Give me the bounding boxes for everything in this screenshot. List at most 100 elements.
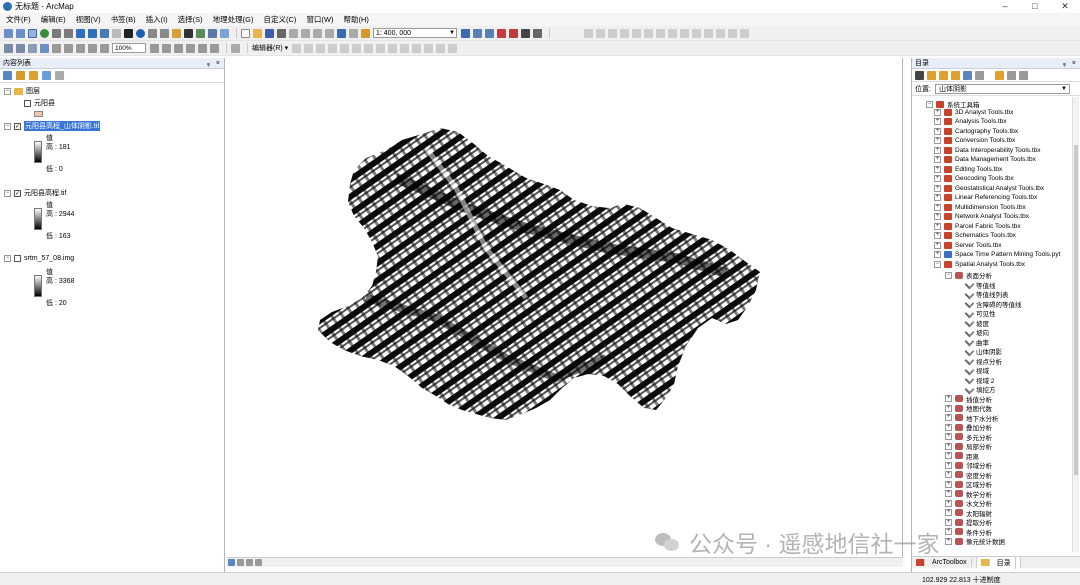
- back-extent-icon[interactable]: [76, 28, 85, 38]
- pin-icon[interactable]: ᵩ: [1063, 58, 1066, 69]
- toolbox-node[interactable]: + Space Time Pattern Mining Tools.pyt: [934, 251, 1060, 258]
- fixed-zoom-in-page-icon[interactable]: [64, 43, 73, 53]
- model-builder-icon[interactable]: [533, 28, 542, 38]
- expand-icon[interactable]: +: [945, 499, 952, 507]
- toolbox-node[interactable]: + Linear Referencing Tools.tbx: [934, 194, 1037, 201]
- options-icon[interactable]: [1007, 70, 1016, 80]
- toolbox-node[interactable]: + Geocoding Tools.tbx: [934, 175, 1014, 182]
- collapse-icon[interactable]: −: [4, 87, 11, 95]
- zoom-whole-page-icon[interactable]: [40, 43, 49, 53]
- trace-icon[interactable]: [340, 43, 350, 53]
- expand-icon[interactable]: +: [945, 509, 952, 516]
- toggle-draft-mode-icon[interactable]: [150, 43, 159, 53]
- next-extent-page-icon[interactable]: [100, 43, 109, 53]
- layout-tool-icon[interactable]: [704, 28, 713, 38]
- expand-icon[interactable]: +: [934, 146, 941, 154]
- tool-node[interactable]: 视点分析: [964, 355, 1002, 366]
- toolbox-node[interactable]: + Data Management Tools.tbx: [934, 156, 1036, 163]
- layout-tool-icon[interactable]: [740, 28, 749, 38]
- refresh-view-icon[interactable]: [246, 559, 253, 566]
- find-route-icon[interactable]: [196, 28, 205, 38]
- search-window-icon[interactable]: [497, 28, 506, 38]
- toolset-node[interactable]: + 邻域分析: [945, 460, 992, 470]
- select-elements-icon[interactable]: [124, 28, 133, 38]
- change-layout-icon[interactable]: [174, 43, 183, 53]
- toolset-node[interactable]: + 提取分析: [945, 517, 992, 527]
- find-icon[interactable]: [184, 28, 193, 38]
- system-toolboxes-node[interactable]: − 系统工具箱: [926, 99, 980, 109]
- collapse-icon[interactable]: −: [934, 260, 941, 268]
- create-features-icon[interactable]: [448, 43, 458, 53]
- layer-visibility-checkbox[interactable]: [14, 255, 21, 262]
- new-folder-icon[interactable]: [995, 70, 1004, 80]
- expand-icon[interactable]: +: [934, 203, 941, 211]
- toolset-node[interactable]: + 距离: [945, 451, 979, 461]
- layout-tool-icon[interactable]: [608, 28, 617, 38]
- catalog-scrollbar[interactable]: [1072, 97, 1079, 552]
- toggle-contents-icon[interactable]: [963, 70, 972, 80]
- layout-tool-icon[interactable]: [728, 28, 737, 38]
- layer-hillshade[interactable]: − ✓ 元阳县高程_山体阴影.tif: [4, 121, 101, 131]
- color-ramp[interactable]: [34, 208, 42, 230]
- full-extent-icon[interactable]: [40, 28, 49, 38]
- toolbox-node-expanded[interactable]: − Spatial Analyst Tools.tbx: [934, 260, 1025, 268]
- toolset-node[interactable]: + 地图代数: [945, 403, 992, 413]
- identify-icon[interactable]: [136, 28, 145, 38]
- toolbox-node[interactable]: + Editing Tools.tbx: [934, 165, 1002, 173]
- expand-icon[interactable]: +: [945, 442, 952, 450]
- toolset-node[interactable]: + 太阳辐射: [945, 508, 992, 518]
- fixed-zoom-out-icon[interactable]: [64, 28, 73, 38]
- list-by-selection-icon[interactable]: [42, 71, 51, 80]
- zoom-percent-combobox[interactable]: 100%: [112, 43, 146, 53]
- tab-catalog[interactable]: 目录: [976, 556, 1021, 569]
- menu-view[interactable]: 视图(V): [76, 14, 101, 25]
- collapse-icon[interactable]: −: [4, 189, 11, 197]
- toolset-node[interactable]: + 区域分析: [945, 479, 992, 489]
- expand-icon[interactable]: +: [934, 118, 941, 125]
- toolbox-node[interactable]: + Server Tools.tbx: [934, 241, 1001, 249]
- zoom-out-icon[interactable]: [16, 28, 25, 38]
- python-window-icon[interactable]: [521, 28, 530, 38]
- layout-tool-icon[interactable]: [632, 28, 641, 38]
- expand-icon[interactable]: +: [934, 175, 941, 182]
- up-one-level-icon[interactable]: [927, 70, 936, 80]
- collapse-icon[interactable]: −: [4, 255, 11, 262]
- catalog-window-icon[interactable]: [485, 28, 494, 38]
- color-ramp[interactable]: [34, 275, 42, 297]
- attributes-icon[interactable]: [424, 43, 434, 53]
- print-icon[interactable]: [277, 28, 286, 38]
- collapse-icon[interactable]: −: [926, 100, 933, 108]
- toolbox-node[interactable]: + Analysis Tools.tbx: [934, 118, 1007, 125]
- cut-polygons-icon[interactable]: [388, 43, 398, 53]
- expand-icon[interactable]: +: [945, 414, 952, 421]
- layer-yuanyang-county[interactable]: 元阳县: [14, 98, 55, 108]
- polygon-symbol-swatch[interactable]: [34, 111, 43, 117]
- end-point-arc-icon[interactable]: [328, 43, 338, 53]
- expand-icon[interactable]: +: [945, 461, 952, 469]
- expand-icon[interactable]: +: [934, 222, 941, 230]
- toolbox-node[interactable]: + Parcel Fabric Tools.tbx: [934, 222, 1021, 230]
- toolset-node[interactable]: + 像元统计数据: [945, 536, 1005, 546]
- go-to-xy-icon[interactable]: [208, 28, 217, 38]
- menu-insert[interactable]: 插入(I): [146, 14, 168, 25]
- toolset-node[interactable]: + 叠加分析: [945, 422, 992, 432]
- paste-icon[interactable]: [313, 28, 322, 38]
- expand-icon[interactable]: +: [934, 232, 941, 239]
- redo-icon[interactable]: [349, 28, 358, 38]
- close-icon[interactable]: ×: [216, 58, 220, 69]
- copy-icon[interactable]: [301, 28, 310, 38]
- expand-icon[interactable]: +: [934, 108, 941, 116]
- layout-tool-icon[interactable]: [644, 28, 653, 38]
- expand-icon[interactable]: +: [945, 528, 952, 535]
- tool-node[interactable]: 等值线列表: [964, 289, 1009, 299]
- open-icon[interactable]: [253, 28, 262, 38]
- menu-windows[interactable]: 窗口(W): [306, 14, 333, 25]
- edit-tool-icon[interactable]: [292, 43, 302, 53]
- expand-icon[interactable]: +: [934, 241, 941, 249]
- minimize-button[interactable]: –: [990, 0, 1020, 13]
- layers-group[interactable]: − 图层: [4, 86, 40, 96]
- expand-icon[interactable]: +: [945, 395, 952, 402]
- select-features-icon[interactable]: [100, 28, 109, 38]
- menu-geoprocessing[interactable]: 地理处理(G): [213, 14, 254, 25]
- reshape-icon[interactable]: [376, 43, 386, 53]
